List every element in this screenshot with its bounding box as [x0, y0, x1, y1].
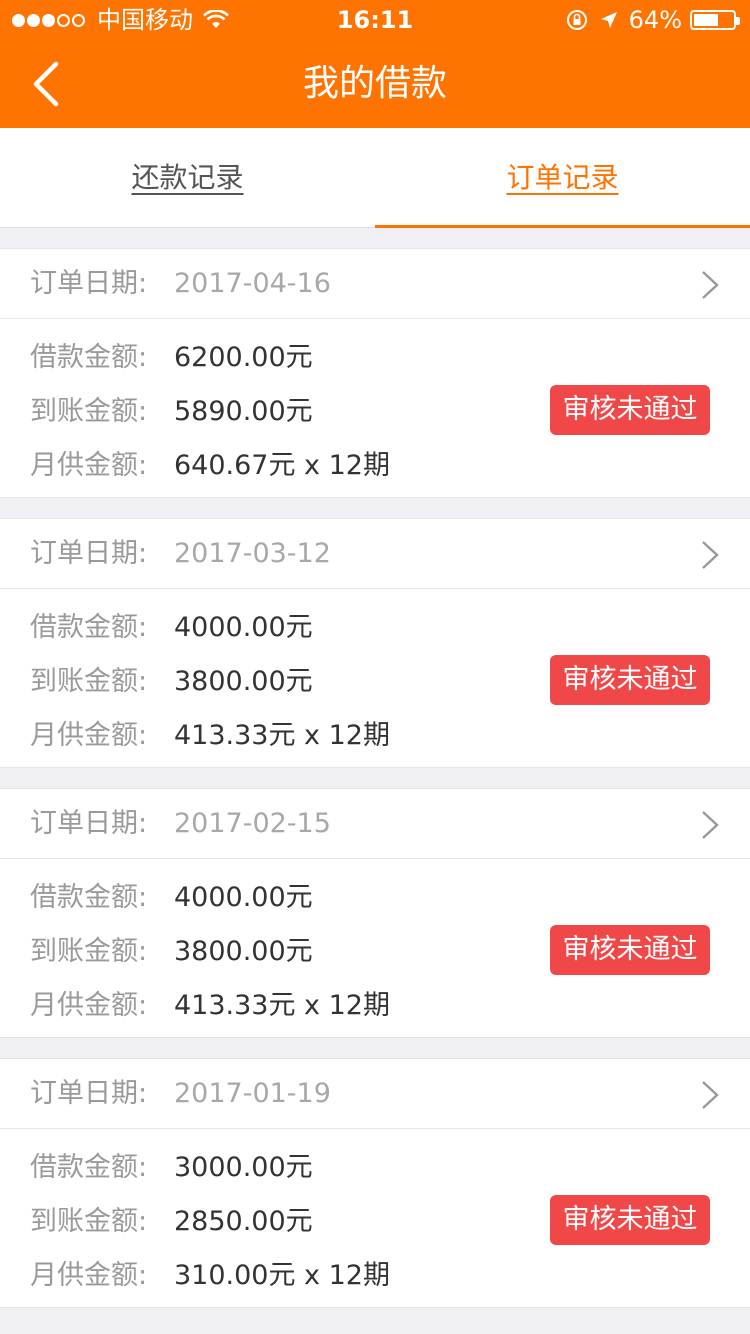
battery-level-fill: [694, 14, 719, 26]
status-badge: 审核未通过: [550, 1195, 710, 1245]
chevron-right-icon: [702, 1081, 719, 1109]
order-date-label: 订单日期:: [30, 268, 148, 299]
tab-order-records[interactable]: 订单记录: [375, 128, 750, 228]
loan-amount: 4000.00元: [174, 882, 313, 913]
monthly-payment: 413.33元 x 12期: [174, 990, 390, 1021]
tab-label: 还款记录: [131, 161, 244, 194]
loan-amount: 4000.00元: [174, 612, 313, 643]
loan-amount-row: 借款金额: 4000.00元: [30, 601, 313, 655]
received-amount: 5890.00元: [174, 396, 313, 427]
monthly-payment-row: 月供金额: 640.67元 x 12期: [30, 439, 390, 493]
order-date: 2017-02-15: [174, 808, 331, 839]
status-badge: 审核未通过: [550, 655, 710, 705]
battery-percent: 64%: [628, 6, 682, 34]
received-amount: 3800.00元: [174, 666, 313, 697]
chevron-right-icon: [702, 271, 719, 299]
monthly-payment: 640.67元 x 12期: [174, 450, 390, 481]
order-date: 2017-04-16: [174, 268, 331, 299]
received-amount: 3800.00元: [174, 936, 313, 967]
monthly-payment-row: 月供金额: 413.33元 x 12期: [30, 979, 390, 1033]
monthly-payment-label: 月供金额:: [30, 720, 148, 751]
order-card: 订单日期: 2017-02-15 借款金额: 4000.00元 到账金额: 3800…: [0, 788, 750, 1038]
status-right: 64%: [565, 0, 740, 40]
order-list: 订单日期: 2017-04-16 借款金额: 6200.00元 到账金额: 5890…: [0, 248, 750, 1328]
navigation-bar: 我的借款: [0, 40, 750, 128]
received-amount-row: 到账金额: 5890.00元: [30, 385, 313, 439]
monthly-payment-row: 月供金额: 310.00元 x 12期: [30, 1249, 390, 1303]
chevron-right-icon: [702, 541, 719, 569]
loan-amount: 6200.00元: [174, 342, 313, 373]
tab-bar: 还款记录 订单记录: [0, 128, 750, 228]
loan-amount-label: 借款金额:: [30, 612, 148, 643]
received-amount-row: 到账金额: 2850.00元: [30, 1195, 313, 1249]
status-badge: 审核未通过: [550, 925, 710, 975]
order-header[interactable]: 订单日期: 2017-04-16: [0, 249, 750, 319]
loan-amount-row: 借款金额: 6200.00元: [30, 331, 313, 385]
received-amount-label: 到账金额:: [30, 936, 148, 967]
received-amount-row: 到账金额: 3800.00元: [30, 655, 313, 709]
loan-amount-row: 借款金额: 3000.00元: [30, 1141, 313, 1195]
loan-amount-row: 借款金额: 4000.00元: [30, 871, 313, 925]
received-amount-label: 到账金额:: [30, 1206, 148, 1237]
order-date: 2017-01-19: [174, 1078, 331, 1109]
tab-label: 订单记录: [506, 161, 619, 194]
loan-amount-label: 借款金额:: [30, 342, 148, 373]
order-header[interactable]: 订单日期: 2017-02-15: [0, 789, 750, 859]
loan-amount: 3000.00元: [174, 1152, 313, 1183]
order-card: 订单日期: 2017-03-12 借款金额: 4000.00元 到账金额: 3800…: [0, 518, 750, 768]
tab-repayment-records[interactable]: 还款记录: [0, 128, 375, 228]
received-amount: 2850.00元: [174, 1206, 313, 1237]
status-bar: 中国移动 16:11 64%: [0, 0, 750, 40]
order-date: 2017-03-12: [174, 538, 331, 569]
chevron-right-icon: [702, 811, 719, 839]
battery-icon: [690, 10, 740, 30]
order-header[interactable]: 订单日期: 2017-03-12: [0, 519, 750, 589]
rotation-lock-icon: [566, 10, 587, 30]
order-date-label: 订单日期:: [30, 808, 148, 839]
app-header: 中国移动 16:11 64% 我的借款: [0, 0, 750, 128]
monthly-payment-label: 月供金额:: [30, 990, 148, 1021]
status-badge: 审核未通过: [550, 385, 710, 435]
loan-amount-label: 借款金额:: [30, 882, 148, 913]
order-card: 订单日期: 2017-04-16 借款金额: 6200.00元 到账金额: 5890…: [0, 248, 750, 498]
monthly-payment: 413.33元 x 12期: [174, 720, 390, 751]
received-amount-label: 到账金额:: [30, 666, 148, 697]
monthly-payment-label: 月供金额:: [30, 450, 148, 481]
loan-amount-label: 借款金额:: [30, 1152, 148, 1183]
received-amount-row: 到账金额: 3800.00元: [30, 925, 313, 979]
monthly-payment-label: 月供金额:: [30, 1260, 148, 1291]
page-title: 我的借款: [302, 63, 447, 104]
location-arrow-icon: [600, 12, 617, 28]
monthly-payment: 310.00元 x 12期: [174, 1260, 390, 1291]
order-header[interactable]: 订单日期: 2017-01-19: [0, 1059, 750, 1129]
monthly-payment-row: 月供金额: 413.33元 x 12期: [30, 709, 390, 763]
order-date-label: 订单日期:: [30, 538, 148, 569]
order-date-label: 订单日期:: [30, 1078, 148, 1109]
order-card: 订单日期: 2017-01-19 借款金额: 3000.00元 到账金额: 2850…: [0, 1058, 750, 1308]
received-amount-label: 到账金额:: [30, 396, 148, 427]
